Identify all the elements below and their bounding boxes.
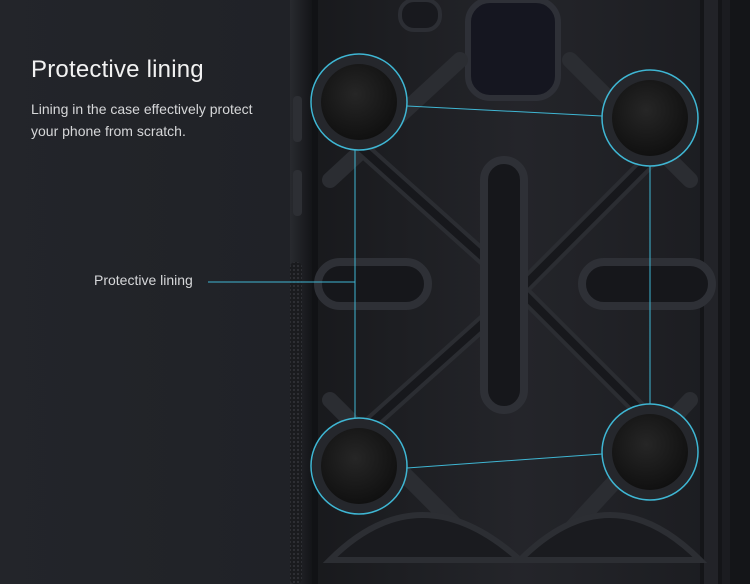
lining-pad-top-right bbox=[603, 71, 697, 165]
lining-pad-bottom-right bbox=[603, 405, 697, 499]
product-feature-banner: Protective lining Lining in the case eff… bbox=[0, 0, 750, 584]
callout-leader-line bbox=[208, 281, 290, 283]
lining-pad-top-left bbox=[312, 55, 406, 149]
callout-label: Protective lining bbox=[94, 272, 193, 288]
lining-pad-bottom-left bbox=[312, 419, 406, 513]
feature-description: Lining in the case effectively protect y… bbox=[31, 101, 253, 139]
feature-title: Protective lining bbox=[31, 56, 204, 83]
text-panel bbox=[0, 0, 290, 584]
